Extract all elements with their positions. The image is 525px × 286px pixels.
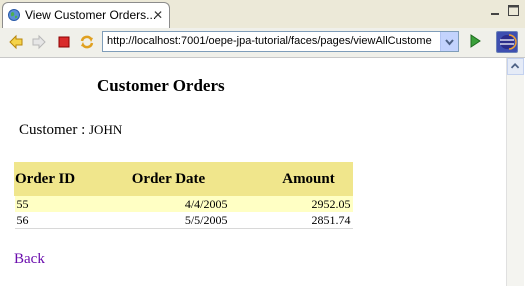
tab-title: View Customer Orders... — [25, 8, 157, 22]
forward-arrow-icon[interactable] — [31, 34, 47, 50]
editor-tab-bar: View Customer Orders... ✕ — [0, 0, 525, 29]
eclipse-icon — [500, 34, 517, 50]
back-arrow-icon[interactable] — [8, 34, 24, 50]
column-header-amount: Amount — [264, 162, 353, 196]
cell-order-id: 56 — [14, 212, 110, 229]
column-header-order-id: Order ID — [14, 162, 110, 196]
browser-toolbar: http://localhost:7001/oepe-jpa-tutorial/… — [0, 28, 525, 58]
table-header-row: Order ID Order Date Amount — [14, 162, 353, 196]
back-link[interactable]: Back — [14, 251, 45, 268]
refresh-icon[interactable] — [79, 34, 95, 50]
page-title: Customer Orders — [97, 76, 225, 95]
column-header-order-date: Order Date — [109, 162, 265, 196]
eclipse-button[interactable] — [496, 31, 518, 53]
customer-name: JOHN — [89, 122, 123, 137]
table-row: 55 4/4/2005 2952.05 — [14, 195, 353, 212]
chevron-up-icon — [510, 63, 520, 69]
cell-order-date: 5/5/2005 — [109, 212, 265, 229]
cell-amount: 2952.05 — [264, 195, 353, 212]
cell-order-date: 4/4/2005 — [109, 195, 265, 212]
minimize-icon[interactable] — [490, 5, 501, 16]
go-icon[interactable] — [468, 34, 482, 48]
close-icon[interactable]: ✕ — [153, 8, 163, 22]
cell-amount: 2851.74 — [264, 212, 353, 229]
table-row: 56 5/5/2005 2851.74 — [14, 212, 353, 229]
globe-icon — [8, 9, 20, 21]
maximize-icon[interactable] — [508, 5, 519, 16]
url-dropdown-button[interactable] — [440, 32, 458, 51]
dropdown-icon — [445, 39, 454, 46]
scroll-up-button[interactable] — [507, 58, 524, 75]
stop-icon[interactable] — [56, 34, 72, 50]
customer-label: Customer : — [19, 122, 89, 138]
customer-line: Customer : JOHN — [19, 122, 122, 139]
vertical-scrollbar[interactable] — [506, 58, 524, 286]
browser-tab[interactable]: View Customer Orders... ✕ — [2, 2, 170, 28]
orders-table: Order ID Order Date Amount 55 4/4/2005 2… — [14, 162, 353, 229]
cell-order-id: 55 — [14, 195, 110, 212]
url-text[interactable]: http://localhost:7001/oepe-jpa-tutorial/… — [107, 35, 437, 47]
url-field[interactable]: http://localhost:7001/oepe-jpa-tutorial/… — [102, 31, 459, 52]
